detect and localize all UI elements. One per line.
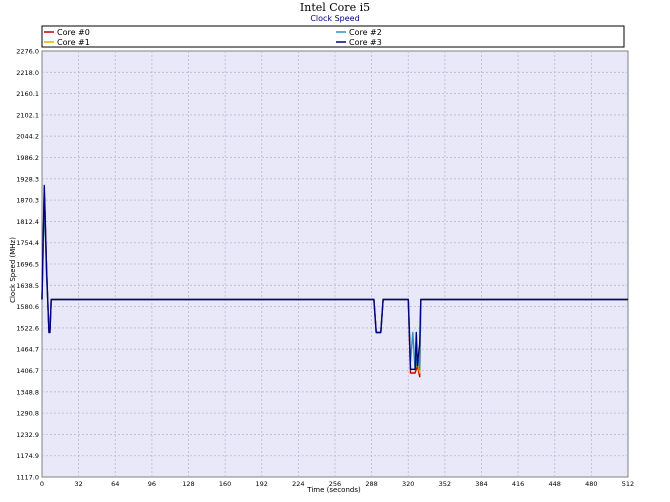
- legend-entry: Core #1: [57, 38, 90, 47]
- x-axis-label: Time (seconds): [306, 486, 361, 494]
- y-tick-label: 2218.0: [16, 69, 39, 77]
- x-tick-label: 96: [148, 480, 156, 488]
- y-tick-label: 2044.2: [16, 133, 39, 141]
- x-tick-label: 448: [549, 480, 561, 488]
- y-tick-label: 1812.4: [16, 218, 39, 226]
- y-axis-ticks: 1117.0 1174.9 1232.9 1290.8 1348.8 1406.7 1464…: [16, 48, 39, 482]
- x-tick-label: 64: [111, 480, 119, 488]
- legend-box: [41, 25, 625, 48]
- y-tick-label: 1580.6: [16, 303, 39, 311]
- y-tick-label: 1464.7: [16, 346, 39, 354]
- y-tick-label: 2276.0: [16, 48, 39, 56]
- x-tick-label: 160: [219, 480, 231, 488]
- chart-title: Intel Core i5: [300, 1, 370, 14]
- x-tick-label: 192: [256, 480, 268, 488]
- y-axis-label: Clock Speed (MHz): [9, 237, 17, 303]
- legend-entry: Core #2: [349, 28, 382, 37]
- y-tick-label: 1348.8: [16, 388, 39, 396]
- x-tick-label: 224: [292, 480, 304, 488]
- y-tick-label: 1870.3: [16, 197, 39, 205]
- y-tick-label: 1174.9: [16, 452, 39, 460]
- x-tick-label: 32: [74, 480, 82, 488]
- clock-speed-chart: Intel Core i5 Clock Speed Core #0Core #1…: [9, 1, 634, 494]
- y-tick-label: 1696.5: [16, 261, 39, 269]
- y-tick-label: 1232.9: [16, 431, 39, 439]
- y-tick-label: 1754.4: [16, 239, 39, 247]
- y-tick-label: 2102.1: [16, 111, 39, 119]
- y-tick-label: 1117.0: [16, 474, 39, 482]
- legend: Core #0Core #1 Core #2Core #3: [41, 25, 625, 48]
- y-tick-label: 1638.5: [16, 282, 39, 290]
- y-tick-label: 1986.2: [16, 154, 39, 162]
- y-tick-label: 1522.6: [16, 324, 39, 332]
- x-tick-label: 0: [40, 480, 44, 488]
- y-tick-label: 1290.8: [16, 410, 39, 418]
- legend-entry: Core #0: [57, 28, 90, 37]
- legend-entry: Core #3: [349, 38, 382, 47]
- x-tick-label: 416: [512, 480, 524, 488]
- x-tick-label: 384: [475, 480, 487, 488]
- x-tick-label: 480: [585, 480, 597, 488]
- x-tick-label: 288: [365, 480, 377, 488]
- y-tick-label: 1928.3: [16, 175, 39, 183]
- x-tick-label: 128: [182, 480, 194, 488]
- x-tick-label: 512: [622, 480, 634, 488]
- y-tick-label: 2160.1: [16, 90, 39, 98]
- x-tick-label: 352: [439, 480, 451, 488]
- y-tick-label: 1406.7: [16, 367, 39, 375]
- chart-subtitle: Clock Speed: [310, 14, 359, 23]
- x-tick-label: 320: [402, 480, 414, 488]
